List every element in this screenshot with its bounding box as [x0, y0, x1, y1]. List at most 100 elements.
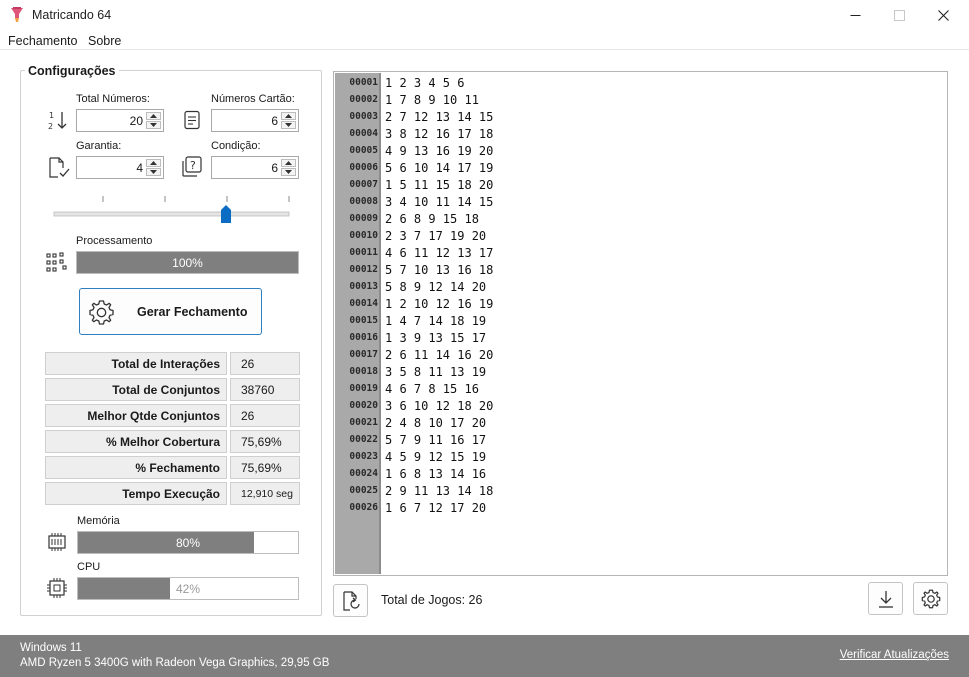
stat-label-melhor-cobertura: % Melhor Cobertura — [45, 430, 227, 453]
question-copy-icon: ? — [182, 156, 202, 177]
svg-text:2: 2 — [48, 122, 53, 131]
line-number: 00020 — [349, 400, 378, 411]
chevron-down-icon — [285, 123, 292, 127]
cpu-percent: 42% — [176, 581, 201, 596]
stat-value-melhor-cobertura: 75,69% — [230, 430, 300, 453]
result-line: 2 6 11 14 16 20 — [385, 348, 494, 362]
result-line: 1 2 3 4 5 6 — [385, 76, 465, 90]
numeros-cartao-down[interactable] — [281, 121, 296, 129]
cpu-label: CPU — [77, 561, 101, 573]
condicao-value: 6 — [271, 161, 278, 175]
line-number: 00008 — [349, 196, 378, 207]
maximize-button[interactable] — [876, 0, 922, 31]
status-bar: Windows 11 AMD Ryzen 5 3400G with Radeon… — [0, 635, 969, 677]
stat-label-interacoes: Total de Interações — [45, 352, 227, 375]
result-line: 4 5 9 12 15 19 — [385, 450, 487, 464]
stat-value-conjuntos: 38760 — [230, 378, 300, 401]
minimize-icon — [850, 15, 860, 16]
condicao-up[interactable] — [281, 159, 296, 167]
download-icon — [878, 590, 893, 608]
garantia-down[interactable] — [146, 168, 161, 176]
line-number: 00018 — [349, 366, 378, 377]
garantia-value: 4 — [136, 161, 143, 175]
line-number: 00013 — [349, 281, 378, 292]
settings-button[interactable] — [913, 582, 948, 615]
gear-icon — [89, 300, 114, 325]
menu-sobre[interactable]: Sobre — [88, 34, 121, 48]
line-number: 00010 — [349, 230, 378, 241]
result-line: 1 7 8 9 10 11 — [385, 93, 479, 107]
stat-label-conjuntos: Total de Conjuntos — [45, 378, 227, 401]
line-number: 00022 — [349, 434, 378, 445]
result-line: 1 4 7 14 18 19 — [385, 314, 487, 328]
total-jogos-text: Total de Jogos: 26 — [381, 593, 483, 607]
chevron-up-icon — [150, 161, 157, 165]
total-numeros-value: 20 — [129, 114, 143, 128]
menu-fechamento[interactable]: Fechamento — [8, 34, 77, 48]
stat-value-melhor-qtde: 26 — [230, 404, 300, 427]
total-numeros-up[interactable] — [146, 112, 161, 120]
app-logo-icon — [11, 7, 23, 22]
result-line: 3 4 10 11 14 15 — [385, 195, 494, 209]
line-number: 00004 — [349, 128, 378, 139]
condicao-stepper[interactable]: 6 — [211, 156, 299, 179]
total-numeros-down[interactable] — [146, 121, 161, 129]
total-numeros-stepper[interactable]: 20 — [76, 109, 164, 132]
file-refresh-icon — [342, 590, 360, 611]
line-number: 00014 — [349, 298, 378, 309]
result-line: 5 6 10 14 17 19 — [385, 161, 494, 175]
download-button[interactable] — [868, 582, 903, 615]
results-text-area[interactable]: 00001 1 2 3 4 5 6 00002 1 7 8 9 10 11 00003 2… — [333, 71, 948, 576]
result-line: 3 8 12 16 17 18 — [385, 127, 494, 141]
hardware-info: AMD Ryzen 5 3400G with Radeon Vega Graph… — [20, 657, 330, 669]
chevron-up-icon — [285, 114, 292, 118]
menu-bar: Fechamento Sobre — [0, 31, 969, 50]
result-line: 4 6 11 12 13 17 — [385, 246, 494, 260]
refresh-file-button[interactable] — [333, 584, 368, 617]
line-number: 00001 — [349, 77, 378, 88]
svg-text:1: 1 — [49, 111, 54, 120]
cpu-chip-icon — [47, 578, 67, 598]
result-line: 2 3 7 17 19 20 — [385, 229, 487, 243]
processing-dots-icon — [46, 252, 67, 272]
garantia-label: Garantia: — [76, 140, 122, 152]
chevron-up-icon — [150, 114, 157, 118]
line-number: 00005 — [349, 145, 378, 156]
gear-icon — [921, 589, 940, 608]
garantia-up[interactable] — [146, 159, 161, 167]
result-line: 2 6 8 9 15 18 — [385, 212, 479, 226]
generate-button-label: Gerar Fechamento — [137, 305, 248, 319]
line-number: 00025 — [349, 485, 378, 496]
line-number: 00009 — [349, 213, 378, 224]
result-line: 1 6 8 13 14 16 — [385, 467, 487, 481]
guarantee-slider[interactable] — [50, 192, 295, 226]
numeros-cartao-value: 6 — [271, 114, 278, 128]
generate-button[interactable]: Gerar Fechamento — [79, 288, 262, 335]
line-number: 00023 — [349, 451, 378, 462]
condicao-down[interactable] — [281, 168, 296, 176]
svg-text:?: ? — [190, 159, 196, 172]
close-button[interactable] — [920, 0, 966, 31]
numeros-cartao-up[interactable] — [281, 112, 296, 120]
chevron-up-icon — [285, 161, 292, 165]
chevron-down-icon — [285, 170, 292, 174]
result-line: 2 4 8 10 17 20 — [385, 416, 487, 430]
line-number: 00017 — [349, 349, 378, 360]
line-number: 00012 — [349, 264, 378, 275]
minimize-button[interactable] — [832, 0, 878, 31]
document-list-icon — [184, 110, 200, 130]
processing-label: Processamento — [76, 235, 153, 247]
slider-thumb — [221, 205, 231, 223]
line-number: 00026 — [349, 502, 378, 513]
result-line: 2 7 12 13 14 15 — [385, 110, 494, 124]
title-bar: Matricando 64 — [0, 0, 969, 31]
numeros-cartao-stepper[interactable]: 6 — [211, 109, 299, 132]
line-number: 00016 — [349, 332, 378, 343]
line-number: 00006 — [349, 162, 378, 173]
memory-label: Memória — [77, 515, 120, 527]
check-updates-link[interactable]: Verificar Atualizações — [840, 649, 949, 661]
condicao-label: Condição: — [211, 140, 261, 152]
garantia-stepper[interactable]: 4 — [76, 156, 164, 179]
line-number: 00019 — [349, 383, 378, 394]
stat-value-fechamento: 75,69% — [230, 456, 300, 479]
